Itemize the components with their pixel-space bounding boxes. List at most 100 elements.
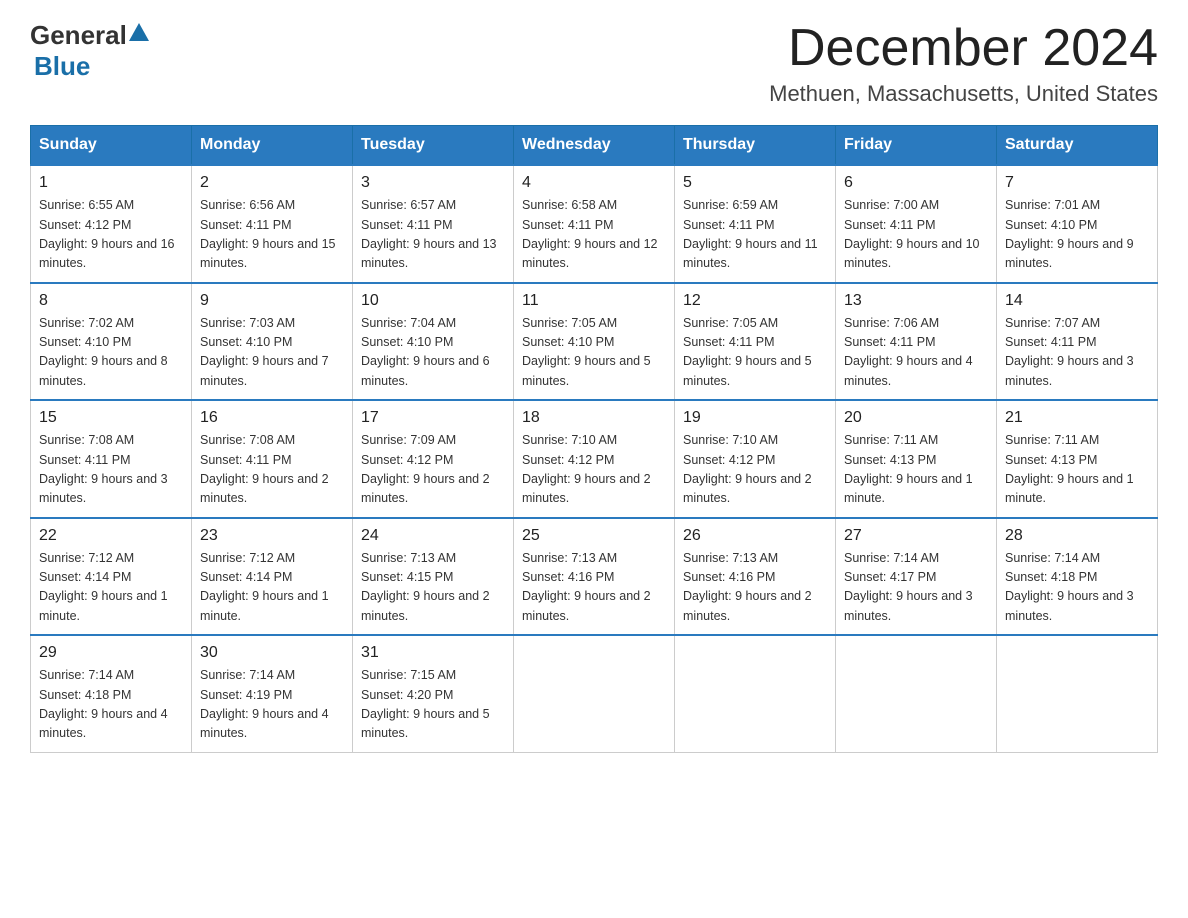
title-section: December 2024 Methuen, Massachusetts, Un… (769, 20, 1158, 107)
calendar-cell: 16 Sunrise: 7:08 AMSunset: 4:11 PMDayligh… (192, 400, 353, 518)
col-header-monday: Monday (192, 126, 353, 166)
day-number: 25 (522, 527, 666, 545)
day-number: 28 (1005, 527, 1149, 545)
calendar-cell: 11 Sunrise: 7:05 AMSunset: 4:10 PMDayligh… (514, 283, 675, 401)
day-info: Sunrise: 6:59 AMSunset: 4:11 PMDaylight:… (683, 198, 818, 270)
day-number: 24 (361, 527, 505, 545)
day-info: Sunrise: 6:56 AMSunset: 4:11 PMDaylight:… (200, 198, 336, 270)
calendar-cell: 14 Sunrise: 7:07 AMSunset: 4:11 PMDayligh… (997, 283, 1158, 401)
month-title: December 2024 (769, 20, 1158, 77)
calendar-cell: 5Sunrise: 6:59 AMSunset: 4:11 PMDaylight… (675, 165, 836, 283)
calendar-cell: 19 Sunrise: 7:10 AMSunset: 4:12 PMDayligh… (675, 400, 836, 518)
calendar-cell: 2Sunrise: 6:56 AMSunset: 4:11 PMDaylight… (192, 165, 353, 283)
day-info: Sunrise: 6:58 AMSunset: 4:11 PMDaylight:… (522, 198, 658, 270)
day-number: 20 (844, 409, 988, 427)
day-info: Sunrise: 7:01 AMSunset: 4:10 PMDaylight:… (1005, 198, 1134, 270)
logo-triangle-icon (129, 23, 149, 41)
calendar-cell: 12 Sunrise: 7:05 AMSunset: 4:11 PMDayligh… (675, 283, 836, 401)
day-info: Sunrise: 7:13 AMSunset: 4:15 PMDaylight:… (361, 551, 490, 623)
calendar-cell: 29 Sunrise: 7:14 AMSunset: 4:18 PMDayligh… (31, 635, 192, 752)
day-number: 6 (844, 174, 988, 192)
calendar-cell (997, 635, 1158, 752)
day-number: 21 (1005, 409, 1149, 427)
day-number: 11 (522, 292, 666, 310)
calendar-cell (836, 635, 997, 752)
day-number: 27 (844, 527, 988, 545)
day-info: Sunrise: 7:10 AMSunset: 4:12 PMDaylight:… (683, 433, 812, 505)
day-number: 17 (361, 409, 505, 427)
day-number: 26 (683, 527, 827, 545)
day-number: 31 (361, 644, 505, 662)
calendar-cell: 18 Sunrise: 7:10 AMSunset: 4:12 PMDayligh… (514, 400, 675, 518)
day-number: 14 (1005, 292, 1149, 310)
col-header-tuesday: Tuesday (353, 126, 514, 166)
calendar-cell: 10 Sunrise: 7:04 AMSunset: 4:10 PMDayligh… (353, 283, 514, 401)
calendar-cell: 28 Sunrise: 7:14 AMSunset: 4:18 PMDayligh… (997, 518, 1158, 636)
day-number: 3 (361, 174, 505, 192)
logo: General Blue (30, 20, 149, 82)
day-info: Sunrise: 7:14 AMSunset: 4:18 PMDaylight:… (39, 668, 168, 740)
week-row-4: 22 Sunrise: 7:12 AMSunset: 4:14 PMDayligh… (31, 518, 1158, 636)
calendar-cell: 7Sunrise: 7:01 AMSunset: 4:10 PMDaylight… (997, 165, 1158, 283)
calendar-cell: 30Sunrise: 7:14 AMSunset: 4:19 PMDayligh… (192, 635, 353, 752)
day-info: Sunrise: 7:05 AMSunset: 4:11 PMDaylight:… (683, 316, 812, 388)
day-number: 12 (683, 292, 827, 310)
day-number: 18 (522, 409, 666, 427)
day-info: Sunrise: 7:09 AMSunset: 4:12 PMDaylight:… (361, 433, 490, 505)
calendar-cell: 15 Sunrise: 7:08 AMSunset: 4:11 PMDayligh… (31, 400, 192, 518)
day-info: Sunrise: 7:03 AMSunset: 4:10 PMDaylight:… (200, 316, 329, 388)
calendar-cell: 8 Sunrise: 7:02 AMSunset: 4:10 PMDaylight… (31, 283, 192, 401)
day-info: Sunrise: 7:04 AMSunset: 4:10 PMDaylight:… (361, 316, 490, 388)
day-number: 13 (844, 292, 988, 310)
day-number: 29 (39, 644, 183, 662)
day-info: Sunrise: 7:07 AMSunset: 4:11 PMDaylight:… (1005, 316, 1134, 388)
day-number: 10 (361, 292, 505, 310)
day-number: 8 (39, 292, 183, 310)
calendar-cell: 23Sunrise: 7:12 AMSunset: 4:14 PMDayligh… (192, 518, 353, 636)
day-number: 16 (200, 409, 344, 427)
col-header-sunday: Sunday (31, 126, 192, 166)
header-row: SundayMondayTuesdayWednesdayThursdayFrid… (31, 126, 1158, 166)
day-info: Sunrise: 7:15 AMSunset: 4:20 PMDaylight:… (361, 668, 490, 740)
day-info: Sunrise: 7:05 AMSunset: 4:10 PMDaylight:… (522, 316, 651, 388)
col-header-friday: Friday (836, 126, 997, 166)
calendar-cell (675, 635, 836, 752)
day-info: Sunrise: 7:14 AMSunset: 4:19 PMDaylight:… (200, 668, 329, 740)
calendar-cell: 17 Sunrise: 7:09 AMSunset: 4:12 PMDayligh… (353, 400, 514, 518)
day-number: 9 (200, 292, 344, 310)
day-info: Sunrise: 7:11 AMSunset: 4:13 PMDaylight:… (844, 433, 973, 505)
calendar-cell: 9 Sunrise: 7:03 AMSunset: 4:10 PMDaylight… (192, 283, 353, 401)
day-info: Sunrise: 7:02 AMSunset: 4:10 PMDaylight:… (39, 316, 168, 388)
day-number: 1 (39, 174, 183, 192)
calendar-cell: 13Sunrise: 7:06 AMSunset: 4:11 PMDayligh… (836, 283, 997, 401)
day-number: 4 (522, 174, 666, 192)
calendar-cell: 25 Sunrise: 7:13 AMSunset: 4:16 PMDayligh… (514, 518, 675, 636)
calendar-cell: 1Sunrise: 6:55 AMSunset: 4:12 PMDaylight… (31, 165, 192, 283)
calendar-cell: 6 Sunrise: 7:00 AMSunset: 4:11 PMDaylight… (836, 165, 997, 283)
logo-general-text: General (30, 20, 127, 51)
day-number: 19 (683, 409, 827, 427)
day-info: Sunrise: 6:57 AMSunset: 4:11 PMDaylight:… (361, 198, 497, 270)
day-info: Sunrise: 7:08 AMSunset: 4:11 PMDaylight:… (39, 433, 168, 505)
day-info: Sunrise: 7:00 AMSunset: 4:11 PMDaylight:… (844, 198, 980, 270)
day-info: Sunrise: 7:14 AMSunset: 4:18 PMDaylight:… (1005, 551, 1134, 623)
day-info: Sunrise: 7:08 AMSunset: 4:11 PMDaylight:… (200, 433, 329, 505)
calendar-cell: 4 Sunrise: 6:58 AMSunset: 4:11 PMDaylight… (514, 165, 675, 283)
day-info: Sunrise: 7:10 AMSunset: 4:12 PMDaylight:… (522, 433, 651, 505)
day-info: Sunrise: 7:13 AMSunset: 4:16 PMDaylight:… (522, 551, 651, 623)
day-number: 22 (39, 527, 183, 545)
day-number: 15 (39, 409, 183, 427)
day-info: Sunrise: 7:14 AMSunset: 4:17 PMDaylight:… (844, 551, 973, 623)
calendar-cell: 31 Sunrise: 7:15 AMSunset: 4:20 PMDayligh… (353, 635, 514, 752)
calendar-cell: 24 Sunrise: 7:13 AMSunset: 4:15 PMDayligh… (353, 518, 514, 636)
col-header-wednesday: Wednesday (514, 126, 675, 166)
location-title: Methuen, Massachusetts, United States (769, 81, 1158, 107)
day-info: Sunrise: 7:11 AMSunset: 4:13 PMDaylight:… (1005, 433, 1134, 505)
logo-blue-text: Blue (34, 51, 90, 81)
calendar-table: SundayMondayTuesdayWednesdayThursdayFrid… (30, 125, 1158, 753)
col-header-saturday: Saturday (997, 126, 1158, 166)
day-info: Sunrise: 7:12 AMSunset: 4:14 PMDaylight:… (200, 551, 329, 623)
calendar-cell: 22Sunrise: 7:12 AMSunset: 4:14 PMDayligh… (31, 518, 192, 636)
page-header: General Blue December 2024 Methuen, Mass… (30, 20, 1158, 107)
week-row-3: 15 Sunrise: 7:08 AMSunset: 4:11 PMDayligh… (31, 400, 1158, 518)
